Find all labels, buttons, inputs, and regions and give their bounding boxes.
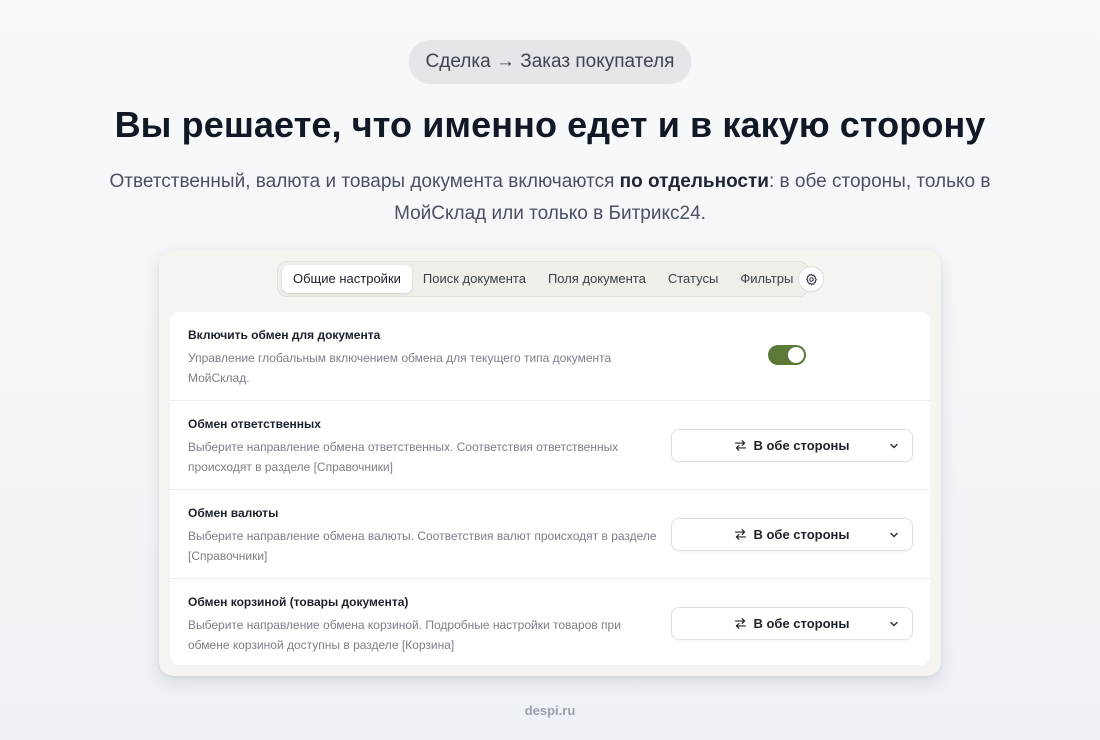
tab-general-settings[interactable]: Общие настройки: [282, 265, 412, 293]
swap-arrows-icon: [735, 440, 747, 451]
toggle-knob: [788, 347, 804, 363]
row-description: Выберите направление обмена корзиной. По…: [188, 618, 621, 652]
row-basket-exchange: Обмен корзиной (товары документа) Выбери…: [170, 579, 930, 665]
select-value-text: В обе стороны: [753, 616, 850, 631]
select-value: В обе стороны: [672, 519, 912, 550]
tab-bar: Общие настройки Поиск документа Поля док…: [277, 261, 810, 297]
select-value: В обе стороны: [672, 608, 912, 639]
tab-document-search[interactable]: Поиск документа: [412, 265, 537, 293]
settings-card: Включить обмен для документа Управление …: [170, 312, 930, 665]
row-description: Выберите направление обмена ответственны…: [188, 440, 619, 474]
page-title: Вы решаете, что именно едет и в какую ст…: [114, 104, 986, 145]
row-enable-exchange: Включить обмен для документа Управление …: [170, 312, 930, 401]
select-value-text: В обе стороны: [753, 438, 850, 453]
select-value-text: В обе стороны: [753, 527, 850, 542]
currency-direction-select[interactable]: В обе стороны: [671, 518, 913, 551]
settings-button[interactable]: [798, 266, 824, 292]
subtitle-text-start: Ответственный, валюта и товары документа…: [109, 171, 620, 192]
row-currency-exchange: Обмен валюты Выберите направление обмена…: [170, 490, 930, 579]
page-subtitle: Ответственный, валюта и товары документа…: [90, 166, 1010, 230]
tab-filters[interactable]: Фильтры: [729, 265, 804, 293]
subtitle-emphasis: по отдельности: [619, 171, 769, 192]
breadcrumb-badge: Сделка → Заказ покупателя: [408, 40, 692, 84]
row-title: Обмен корзиной (товары документа): [188, 595, 409, 609]
basket-direction-select[interactable]: В обе стороны: [671, 607, 913, 640]
chevron-down-icon: [890, 443, 898, 449]
tab-document-fields[interactable]: Поля документа: [537, 265, 657, 293]
select-value: В обе стороны: [672, 430, 912, 461]
row-description: Выберите направление обмена валюты. Соот…: [188, 529, 657, 563]
tab-statuses[interactable]: Статусы: [657, 265, 729, 293]
footer-domain: despi.ru: [524, 703, 576, 718]
row-responsible-exchange: Обмен ответственных Выберите направление…: [170, 401, 930, 490]
row-title: Включить обмен для документа: [188, 328, 381, 342]
row-title: Обмен ответственных: [188, 417, 321, 431]
chevron-down-icon: [890, 532, 898, 538]
gear-icon: [805, 273, 817, 285]
enable-exchange-toggle[interactable]: [768, 345, 806, 365]
swap-arrows-icon: [735, 618, 747, 629]
responsible-direction-select[interactable]: В обе стороны: [671, 429, 913, 462]
swap-arrows-icon: [735, 529, 747, 540]
row-description: Управление глобальным включением обмена …: [188, 351, 612, 385]
chevron-down-icon: [890, 621, 898, 627]
row-title: Обмен валюты: [188, 506, 279, 520]
settings-panel: Общие настройки Поиск документа Поля док…: [159, 250, 941, 676]
